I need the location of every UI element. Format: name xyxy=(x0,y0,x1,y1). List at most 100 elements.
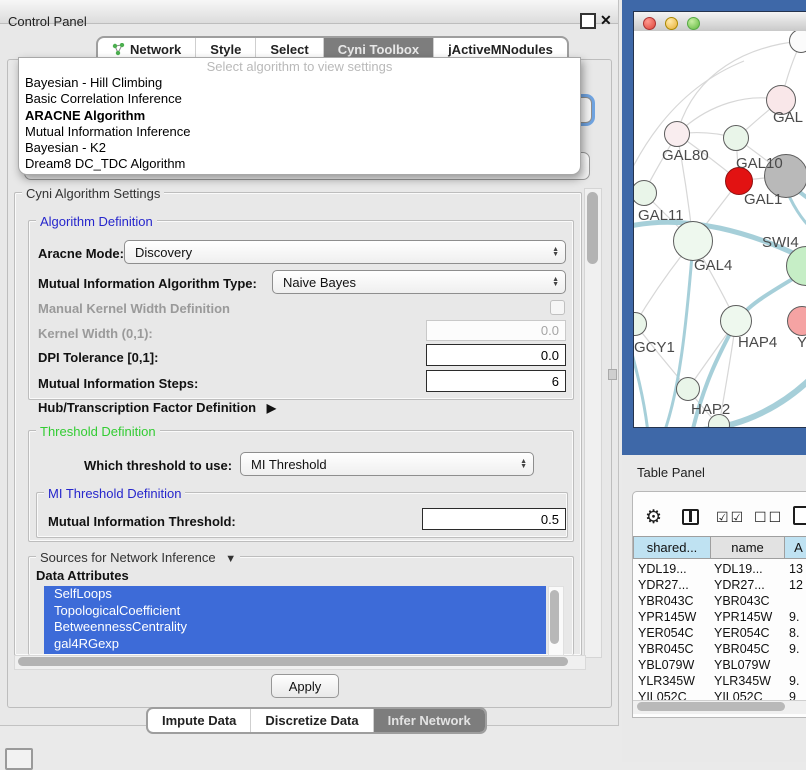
tab-impute-data[interactable]: Impute Data xyxy=(148,709,251,732)
close-icon[interactable]: ✕ xyxy=(600,12,612,29)
table-cell[interactable]: YDL19... xyxy=(638,562,687,576)
node-label: HAP4 xyxy=(738,334,777,351)
settings-horizontal-scrollbar-thumb[interactable] xyxy=(18,657,568,666)
table-column-header[interactable]: shared... xyxy=(633,536,711,559)
network-canvas[interactable]: GAL GAL80 GAL10 GAL1 GAL11 GAL4 SWI4 GCY… xyxy=(634,31,806,427)
splitpane-grip[interactable] xyxy=(608,369,617,380)
table-cell[interactable]: 9. xyxy=(789,610,799,624)
hub-definition-toggle[interactable]: Hub/Transcription Factor Definition ▶ xyxy=(38,400,276,415)
dropdown-item[interactable]: Bayesian - Hill Climbing xyxy=(19,75,580,91)
checked-icon: ☑ xyxy=(716,509,731,525)
mi-algorithm-type-combobox[interactable]: Naive Bayes ▲▼ xyxy=(272,270,566,294)
dropdown-item[interactable]: Dream8 DC_TDC Algorithm xyxy=(19,156,580,172)
table-column-header[interactable]: A xyxy=(785,536,806,559)
table-cell[interactable]: YPR145W xyxy=(714,610,772,624)
table-cell[interactable]: 8. xyxy=(789,626,799,640)
kernel-width-label: Kernel Width (0,1): xyxy=(38,326,153,341)
gear-icon[interactable]: ⚙ xyxy=(645,506,662,529)
expand-right-icon: ▶ xyxy=(267,401,276,415)
dropdown-item-selected[interactable]: ARACNE Algorithm xyxy=(19,108,580,124)
node-label: GAL xyxy=(773,109,803,126)
hub-definition-label: Hub/Transcription Factor Definition xyxy=(38,400,256,415)
dpi-tolerance-label: DPI Tolerance [0,1]: xyxy=(38,350,158,365)
data-attributes-list[interactable]: SelfLoops TopologicalCoefficient Between… xyxy=(44,586,546,654)
dropdown-item[interactable]: Basic Correlation Inference xyxy=(19,91,580,107)
table-cell[interactable]: YDL19... xyxy=(714,562,763,576)
table-cell[interactable]: YBR043C xyxy=(714,594,770,608)
tab-label: Impute Data xyxy=(162,713,236,728)
tab-infer-network[interactable]: Infer Network xyxy=(374,709,485,732)
list-item-selected[interactable]: gal4RGexp xyxy=(44,636,546,653)
tab-label: Discretize Data xyxy=(265,713,358,728)
table-cell[interactable]: YDR27... xyxy=(714,578,765,592)
tab-label: jActiveMNodules xyxy=(448,42,553,57)
list-item-selected[interactable]: BetweennessCentrality xyxy=(44,619,546,636)
network-window-titlebar[interactable] xyxy=(634,12,806,32)
table-cell[interactable]: YBL079W xyxy=(638,658,694,672)
list-item-selected[interactable]: SelfLoops xyxy=(44,586,546,603)
node-label: GAL11 xyxy=(638,207,684,224)
table-cell[interactable]: YBR043C xyxy=(638,594,694,608)
manual-kernel-width-checkbox[interactable] xyxy=(550,300,565,315)
network-window[interactable]: GAL GAL80 GAL10 GAL1 GAL11 GAL4 SWI4 GCY… xyxy=(633,11,806,428)
network-node[interactable] xyxy=(720,305,752,337)
dropdown-item[interactable]: Mutual Information Inference xyxy=(19,124,580,140)
table-horizontal-scrollbar-thumb[interactable] xyxy=(637,702,785,711)
table-column-header[interactable]: name xyxy=(711,536,785,559)
spinner-icon: ▲▼ xyxy=(520,459,527,469)
list-item-selected[interactable]: TopologicalCoefficient xyxy=(44,603,546,620)
select-all-checks-icon[interactable]: ☑☑ xyxy=(716,509,745,526)
table-cell[interactable]: 9. xyxy=(789,642,799,656)
tab-discretize-data[interactable]: Discretize Data xyxy=(251,709,373,732)
apply-button[interactable]: Apply xyxy=(271,674,339,698)
deselect-all-checks-icon[interactable]: ☐☐ xyxy=(754,509,783,526)
float-window-icon[interactable] xyxy=(580,13,596,29)
table-panel-title: Table Panel xyxy=(637,465,705,480)
dpi-tolerance-field[interactable]: 0.0 xyxy=(426,344,566,366)
table-cell[interactable]: 12 xyxy=(789,578,803,592)
node-label: GAL80 xyxy=(662,147,709,164)
table-cell[interactable]: 13 xyxy=(789,562,803,576)
table-cell[interactable]: YBR045C xyxy=(638,642,694,656)
table-cell[interactable]: YBL079W xyxy=(714,658,770,672)
network-node[interactable] xyxy=(723,125,749,151)
table-cell[interactable]: YLR345W xyxy=(714,674,771,688)
node-label: GAL4 xyxy=(694,257,732,274)
kernel-width-field[interactable]: 0.0 xyxy=(426,320,566,341)
table-cell[interactable]: YER054C xyxy=(714,626,770,640)
table-cell[interactable]: YLR345W xyxy=(638,674,695,688)
table-cell[interactable]: YPR145W xyxy=(638,610,696,624)
collapsed-panel-button[interactable] xyxy=(5,748,33,770)
close-traffic-light-icon[interactable] xyxy=(643,17,656,30)
attributes-list-scrollbar-thumb[interactable] xyxy=(550,590,559,644)
aracne-mode-value: Discovery xyxy=(135,245,192,260)
new-table-icon[interactable] xyxy=(793,506,806,525)
settings-vertical-scrollbar-thumb[interactable] xyxy=(587,192,598,264)
checked-icon: ☑ xyxy=(731,509,746,525)
network-node[interactable] xyxy=(673,221,713,261)
table-cell[interactable]: YDR27... xyxy=(638,578,689,592)
expand-down-icon: ▼ xyxy=(225,553,236,565)
table-cell[interactable]: 9. xyxy=(789,674,799,688)
which-threshold-value: MI Threshold xyxy=(251,457,327,472)
mi-threshold-field[interactable]: 0.5 xyxy=(422,508,566,530)
network-node[interactable] xyxy=(664,121,690,147)
data-attributes-label: Data Attributes xyxy=(36,568,129,583)
which-threshold-combobox[interactable]: MI Threshold ▲▼ xyxy=(240,452,534,476)
manual-kernel-width-label: Manual Kernel Width Definition xyxy=(38,301,230,316)
minimize-traffic-light-icon[interactable] xyxy=(665,17,678,30)
sources-group-title[interactable]: Sources for Network Inference ▼ xyxy=(36,550,240,565)
mi-threshold-group-title: MI Threshold Definition xyxy=(44,486,185,501)
node-label: HAP2 xyxy=(691,401,730,418)
tab-label: Infer Network xyxy=(388,713,471,728)
network-node[interactable] xyxy=(676,377,700,401)
dropdown-item[interactable]: Bayesian - K2 xyxy=(19,140,580,156)
table-cell[interactable]: YBR045C xyxy=(714,642,770,656)
zoom-traffic-light-icon[interactable] xyxy=(687,17,700,30)
column-layout-icon[interactable] xyxy=(682,509,699,525)
control-panel-titlebar[interactable] xyxy=(0,0,618,24)
aracne-mode-combobox[interactable]: Discovery ▲▼ xyxy=(124,240,566,264)
table-cell[interactable]: YER054C xyxy=(638,626,694,640)
mi-steps-label: Mutual Information Steps: xyxy=(38,376,198,391)
mi-steps-field[interactable]: 6 xyxy=(426,370,566,392)
